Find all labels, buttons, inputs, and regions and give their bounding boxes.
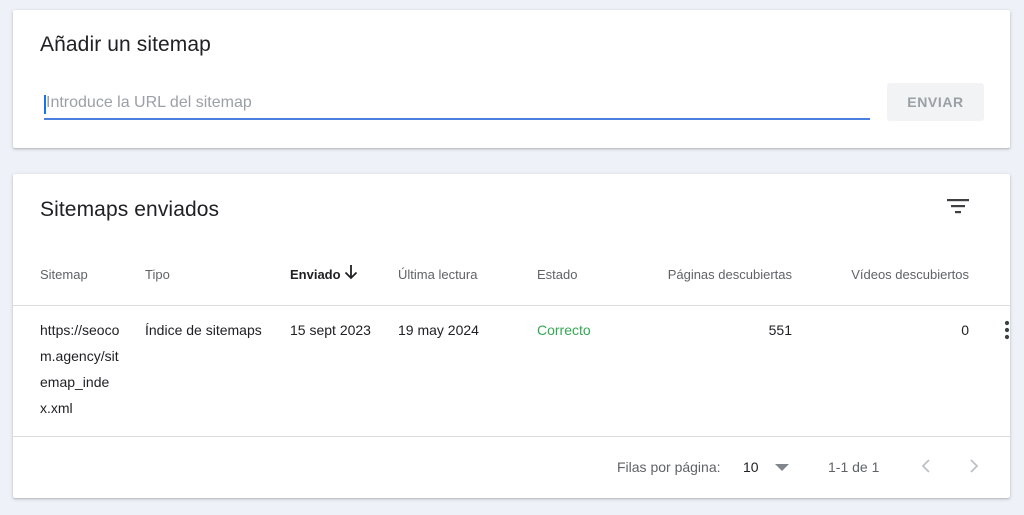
- rows-per-page-select[interactable]: 10: [743, 459, 759, 475]
- column-header-videos-descubiertos[interactable]: Vídeos descubiertos: [813, 267, 969, 282]
- arrow-down-icon[interactable]: [343, 263, 359, 281]
- column-header-enviado[interactable]: Enviado: [290, 267, 341, 282]
- cell-enviado: 15 sept 2023: [290, 322, 371, 338]
- cell-paginas-descubiertas: 551: [768, 322, 792, 338]
- pagination-range: 1-1 de 1: [828, 459, 880, 475]
- cell-ultima-lectura: 19 may 2024: [398, 322, 479, 338]
- column-header-estado[interactable]: Estado: [537, 267, 577, 282]
- chevron-left-icon[interactable]: [920, 458, 932, 474]
- footer-divider: [13, 436, 1010, 437]
- submit-sitemap-button[interactable]: ENVIAR: [887, 83, 984, 121]
- filter-list-icon[interactable]: [946, 196, 970, 216]
- cell-estado: Correcto: [537, 322, 591, 338]
- column-header-tipo[interactable]: Tipo: [145, 267, 170, 282]
- column-header-paginas-descubiertas[interactable]: Páginas descubiertas: [633, 267, 792, 282]
- more-vert-icon[interactable]: [1004, 320, 1010, 340]
- sitemap-url-field[interactable]: [44, 88, 870, 120]
- sitemap-url-input[interactable]: [46, 88, 866, 118]
- dropdown-arrow-icon[interactable]: [775, 464, 789, 472]
- column-header-ultima-lectura[interactable]: Última lectura: [398, 267, 477, 282]
- cell-videos-descubiertos: 0: [961, 322, 969, 338]
- chevron-right-icon[interactable]: [968, 458, 980, 474]
- submitted-sitemaps-card: Sitemaps enviados Sitemap Tipo Enviado Ú…: [13, 174, 1010, 498]
- header-divider: [13, 305, 1010, 306]
- add-sitemap-title: Añadir un sitemap: [40, 33, 211, 56]
- column-header-sitemap[interactable]: Sitemap: [40, 267, 88, 282]
- add-sitemap-card: Añadir un sitemap ENVIAR: [13, 10, 1010, 148]
- rows-per-page-label: Filas por página:: [617, 459, 721, 475]
- cell-tipo: Índice de sitemaps: [145, 322, 262, 338]
- submitted-sitemaps-title: Sitemaps enviados: [40, 198, 220, 221]
- cell-sitemap-url: https://seocom.agency/sitemap_index.xml: [40, 322, 120, 416]
